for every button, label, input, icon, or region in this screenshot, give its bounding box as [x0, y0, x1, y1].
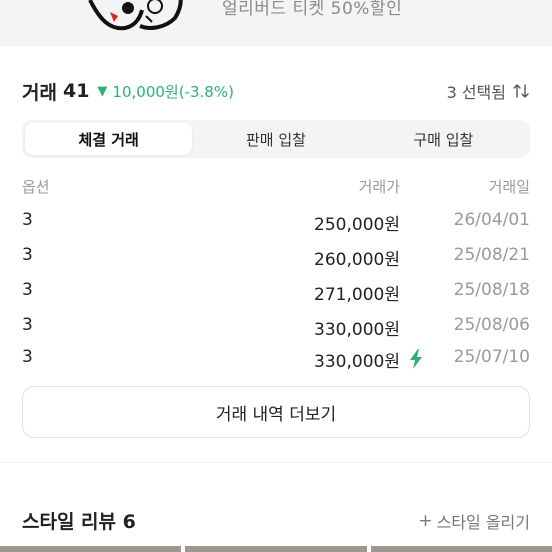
column-header-option: 옵션 — [22, 178, 50, 196]
column-header-price: 거래가 — [358, 178, 400, 196]
row-price: 250,000원 — [314, 215, 400, 235]
style-review-title: 스타일 리뷰 6 — [22, 511, 136, 533]
tab-sell-bids[interactable]: 판매 입찰 — [192, 123, 359, 155]
tab-executed-trades[interactable]: 체결 거래 — [25, 123, 193, 155]
row-price: 330,000원 — [314, 320, 400, 340]
column-header-date: 거래일 — [488, 178, 530, 196]
plus-icon: + — [418, 511, 433, 531]
table-row: 3 250,000원 26/04/01 — [22, 210, 530, 235]
row-price: 260,000원 — [314, 250, 400, 270]
row-option: 3 — [22, 315, 33, 335]
table-row: 3 330,000원 25/07/10 — [22, 347, 530, 372]
row-option: 3 — [22, 245, 33, 265]
trade-summary: 거래 41 ▼ 10,000원(-3.8%) 3 선택됨 — [22, 78, 530, 104]
upload-style-label: 스타일 올리기 — [436, 513, 530, 532]
upload-style-button[interactable]: + 스타일 올리기 — [418, 509, 530, 533]
table-row: 3 271,000원 25/08/18 — [22, 280, 530, 305]
row-date: 25/08/06 — [453, 315, 530, 335]
row-option: 3 — [22, 210, 33, 230]
banner-illustration — [88, 0, 183, 31]
more-trades-button[interactable]: 거래 내역 더보기 — [22, 386, 530, 438]
review-thumbnails — [0, 546, 552, 552]
lightning-icon — [410, 349, 422, 369]
tab-buy-bids[interactable]: 구매 입찰 — [360, 123, 527, 155]
review-thumbnail[interactable] — [185, 546, 367, 552]
row-date: 25/08/21 — [453, 245, 530, 265]
section-divider — [0, 462, 552, 463]
table-row: 3 260,000원 25/08/21 — [22, 245, 530, 270]
option-filter-label: 3 선택됨 — [446, 83, 506, 102]
sort-icon — [513, 84, 529, 98]
row-price: 330,000원 — [314, 352, 400, 372]
row-date: 26/04/01 — [453, 210, 530, 230]
banner-text: 얼리버드 티켓 50%할인 — [222, 0, 403, 19]
trade-count: 41 — [62, 80, 90, 102]
row-date: 25/08/18 — [453, 280, 530, 300]
down-arrow-icon: ▼ — [97, 83, 108, 99]
row-price: 271,000원 — [314, 285, 400, 305]
promo-banner[interactable]: 얼리버드 티켓 50%할인 — [0, 0, 552, 46]
option-filter[interactable]: 3 선택됨 — [447, 79, 530, 103]
trade-title: 거래 — [22, 81, 57, 104]
trade-tabs: 체결 거래 판매 입찰 구매 입찰 — [22, 120, 530, 158]
row-date: 25/07/10 — [453, 347, 530, 367]
price-change: 10,000원(-3.8%) — [112, 82, 234, 101]
review-thumbnail[interactable] — [0, 546, 182, 552]
row-option: 3 — [22, 347, 33, 367]
review-thumbnail[interactable] — [370, 546, 552, 552]
table-row: 3 330,000원 25/08/06 — [22, 315, 530, 340]
row-option: 3 — [22, 280, 33, 300]
